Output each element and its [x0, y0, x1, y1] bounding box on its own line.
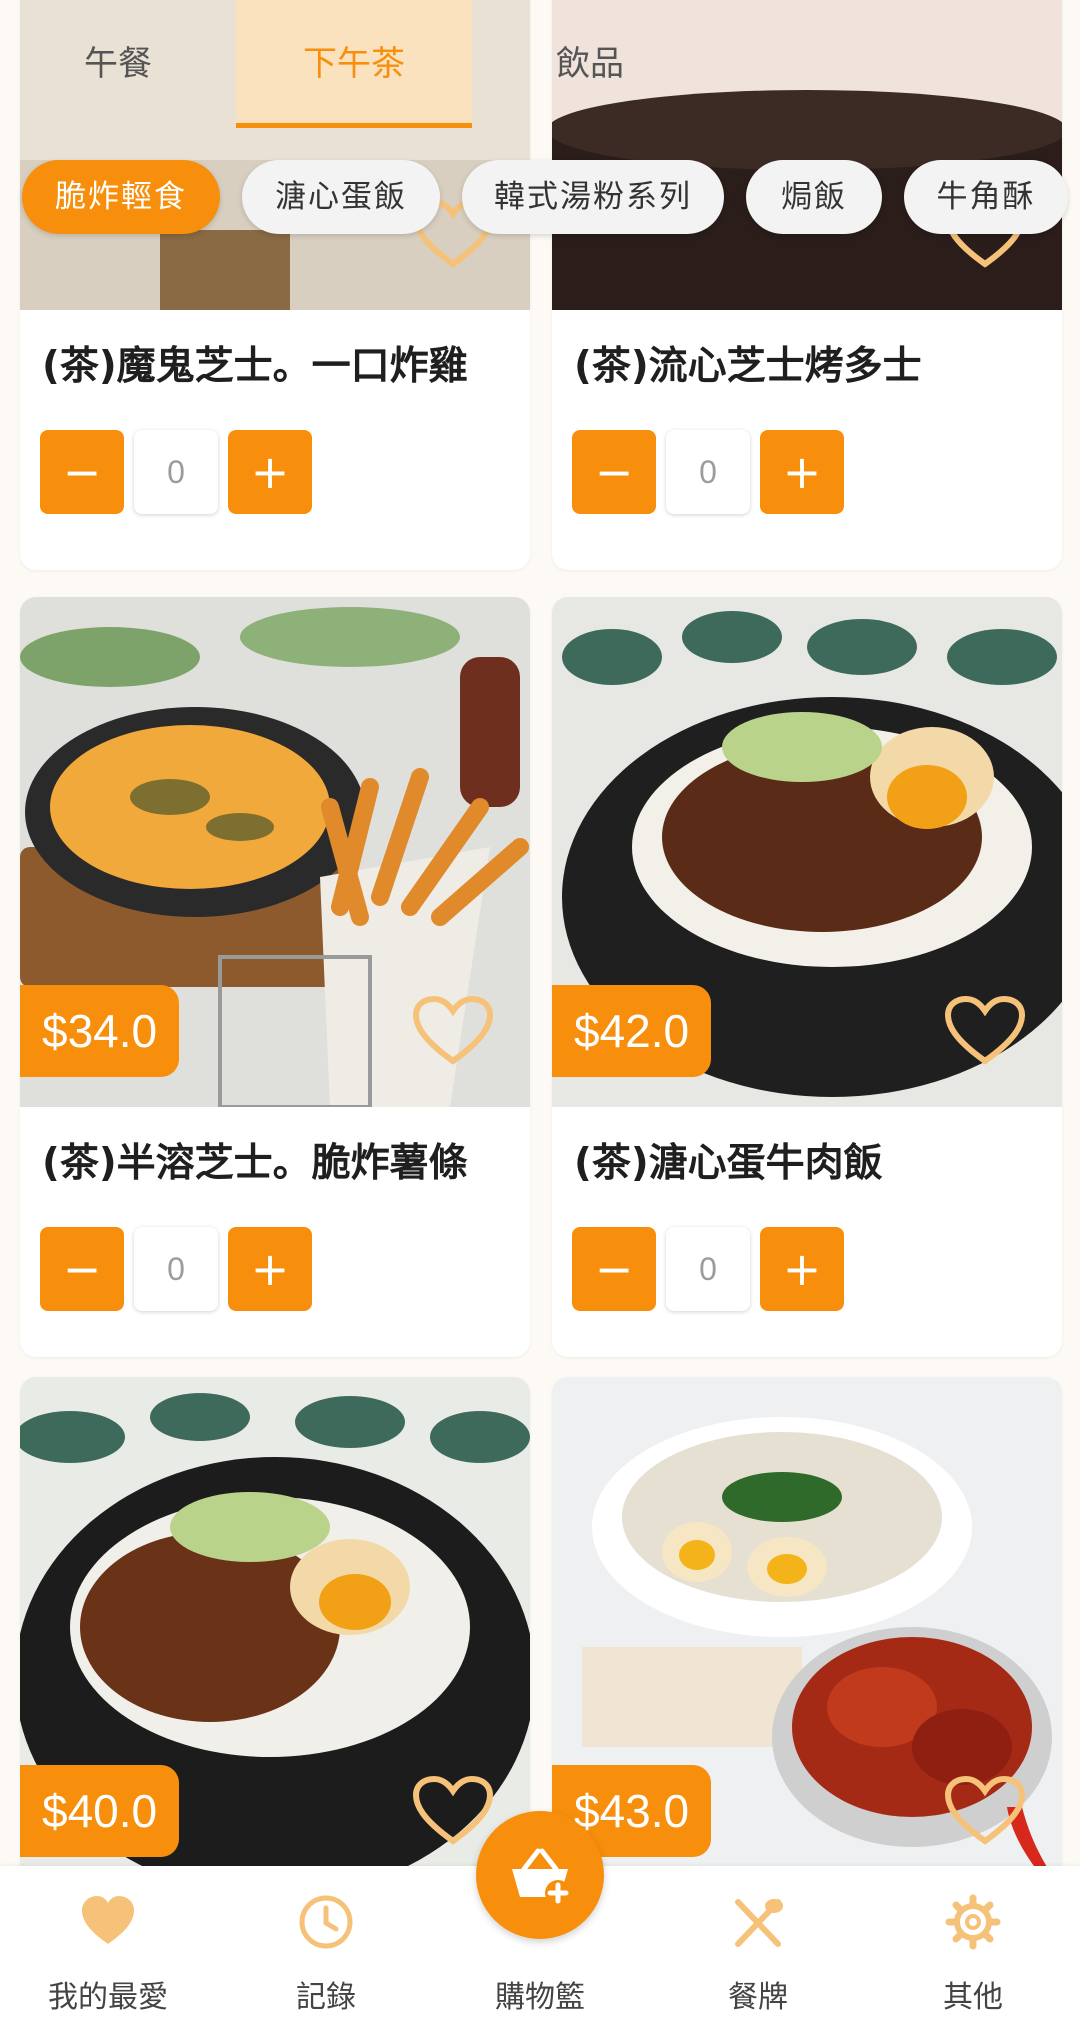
product-photo: $40.0: [20, 1377, 530, 1887]
tab-lunch[interactable]: 午餐: [0, 0, 236, 128]
chip-egg-rice[interactable]: 溏心蛋飯: [242, 160, 440, 234]
nav-label: 其他: [943, 1980, 1003, 2015]
nav-label: 我的最愛: [48, 1980, 168, 2015]
nav-label: 餐牌: [728, 1980, 788, 2015]
quantity-value[interactable]: 0: [134, 1227, 218, 1311]
increase-button[interactable]: +: [228, 1227, 312, 1311]
product-card[interactable]: $34.0 (茶)半溶芝士。脆炸薯條 − 0 +: [20, 597, 530, 1357]
favorite-heart-icon[interactable]: [944, 995, 1026, 1067]
favorite-heart-icon[interactable]: [944, 1775, 1026, 1847]
price-tag: $42.0: [552, 985, 712, 1077]
nav-label: 記錄: [296, 1980, 356, 2015]
product-photo: $42.0: [552, 597, 1062, 1107]
product-name: (茶)溏心蛋牛肉飯: [574, 1141, 883, 1186]
quantity-stepper: − 0 +: [572, 430, 844, 514]
product-name: (茶)流心芝士烤多士: [574, 344, 922, 389]
increase-button[interactable]: +: [760, 430, 844, 514]
increase-button[interactable]: +: [760, 1227, 844, 1311]
gear-icon: [945, 1894, 1001, 1950]
price-tag: $40.0: [20, 1765, 180, 1857]
fork-spoon-icon: [735, 1899, 783, 1947]
cart-button[interactable]: [476, 1811, 604, 1939]
product-name: (茶)半溶芝士。脆炸薯條: [42, 1141, 468, 1186]
chip-korean-noodles[interactable]: 韓式湯粉系列: [462, 160, 724, 234]
subcategory-chips: 脆炸輕食 溏心蛋飯 韓式湯粉系列 焗飯 牛角酥: [0, 156, 1080, 236]
product-card[interactable]: $40.0: [20, 1377, 530, 1887]
product-card[interactable]: $42.0 (茶)溏心蛋牛肉飯 − 0 +: [552, 597, 1062, 1357]
decrease-button[interactable]: −: [40, 1227, 124, 1311]
quantity-value[interactable]: 0: [666, 430, 750, 514]
price-tag: $34.0: [20, 985, 180, 1077]
chip-fried-snacks[interactable]: 脆炸輕食: [22, 160, 220, 234]
quantity-stepper: − 0 +: [40, 1227, 312, 1311]
nav-favorites[interactable]: 我的最愛: [8, 1866, 208, 2035]
decrease-button[interactable]: −: [572, 1227, 656, 1311]
tab-drinks[interactable]: 飲品: [472, 0, 708, 128]
decrease-button[interactable]: −: [572, 430, 656, 514]
tab-afternoon-tea[interactable]: 下午茶: [236, 0, 472, 128]
decrease-button[interactable]: −: [40, 430, 124, 514]
quantity-stepper: − 0 +: [40, 430, 312, 514]
product-name: (茶)魔鬼芝士。一口炸雞: [42, 344, 468, 389]
clock-icon: [299, 1895, 353, 1949]
menu-screen: (茶)魔鬼芝士。一口炸雞 − 0 + (茶)流心芝士烤多士 − 0 + $34.…: [0, 0, 1080, 2035]
nav-history[interactable]: 記錄: [226, 1866, 426, 2035]
quantity-stepper: − 0 +: [572, 1227, 844, 1311]
favorite-heart-icon[interactable]: [412, 1775, 494, 1847]
chip-baked-rice[interactable]: 焗飯: [746, 160, 882, 234]
heart-icon: [82, 1896, 134, 1944]
increase-button[interactable]: +: [228, 430, 312, 514]
nav-other[interactable]: 其他: [873, 1866, 1073, 2035]
quantity-value[interactable]: 0: [134, 430, 218, 514]
chip-croissant[interactable]: 牛角酥: [904, 160, 1068, 234]
product-photo: $34.0: [20, 597, 530, 1107]
quantity-value[interactable]: 0: [666, 1227, 750, 1311]
product-photo: $43.0: [552, 1377, 1062, 1887]
product-card[interactable]: $43.0: [552, 1377, 1062, 1887]
category-tabs: 午餐 下午茶 飲品: [0, 0, 1080, 128]
nav-menu[interactable]: 餐牌: [658, 1866, 858, 2035]
cart-icon: [512, 1848, 571, 1906]
favorite-heart-icon[interactable]: [412, 995, 494, 1067]
nav-label: 購物籃: [495, 1980, 585, 2015]
